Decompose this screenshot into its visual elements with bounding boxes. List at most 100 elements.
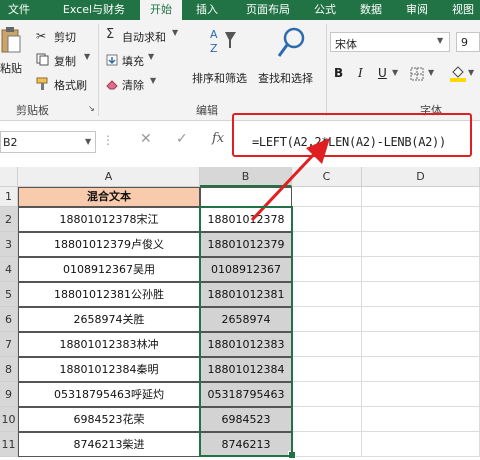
row-header[interactable]: 11 [0,432,18,457]
tab-formulas[interactable]: 公式 [306,0,344,20]
empty-cell[interactable] [292,432,362,457]
tab-excel-finance[interactable]: Excel与财务 [52,0,136,20]
chevron-down-icon: ▼ [392,68,399,77]
empty-cell[interactable] [292,307,362,332]
column-header-b[interactable]: B [200,167,292,187]
empty-cell[interactable] [292,357,362,382]
row-header[interactable]: 8 [0,357,18,382]
cell-a[interactable]: 6984523花荣 [18,407,200,432]
cell-b[interactable]: 0108912367 [200,257,292,282]
tab-file[interactable]: 文件 [0,0,38,20]
clear-button[interactable]: 清除 ▼ [106,76,166,92]
cut-button[interactable]: ✂ 剪切 [36,28,86,44]
empty-cell[interactable] [362,332,480,357]
empty-cell[interactable] [362,357,480,382]
select-all-corner[interactable] [0,167,18,187]
chevron-down-icon[interactable]: ▼ [172,28,178,37]
empty-cell[interactable] [362,382,480,407]
column-header-d[interactable]: D [362,167,480,187]
font-name-select[interactable]: 宋体 ▼ [330,32,450,52]
fill-button[interactable]: 填充 ▼ [106,52,166,68]
font-size-select[interactable]: 9 [456,32,480,52]
drag-handle-icon[interactable]: ⋮ [102,133,114,147]
empty-cell[interactable] [362,407,480,432]
cell-a[interactable]: 2658974关胜 [18,307,200,332]
tab-review[interactable]: 审阅 [398,0,436,20]
format-painter-button[interactable]: 格式刷 [36,76,96,92]
empty-cell[interactable] [362,232,480,257]
cell-b[interactable]: 05318795463 [200,382,292,407]
row-header[interactable]: 5 [0,282,18,307]
cell-b[interactable]: 18801012379 [200,232,292,257]
cell-a[interactable]: 18801012384秦明 [18,357,200,382]
cell-a[interactable]: 18801012383林冲 [18,332,200,357]
chevron-down-icon: ▼ [437,36,444,45]
dialog-launcher-icon[interactable]: ↘ [88,104,95,113]
tab-view[interactable]: 视图 [446,0,480,20]
cancel-icon[interactable]: ✕ [140,131,152,147]
empty-cell[interactable] [292,187,362,207]
column-header-c[interactable]: C [292,167,362,187]
tab-insert[interactable]: 插入 [188,0,226,20]
fill-handle[interactable] [288,451,296,459]
row-header[interactable]: 9 [0,382,18,407]
cell-b[interactable]: 18801012383 [200,332,292,357]
cell-b[interactable]: 8746213 [200,432,292,457]
empty-cell[interactable] [362,207,480,232]
italic-button[interactable]: I [352,64,372,84]
empty-cell[interactable] [362,432,480,457]
borders-button[interactable]: ▼ [408,64,442,84]
sort-filter-button[interactable]: A Z 排序和筛选 [190,24,256,88]
empty-cell[interactable] [362,187,480,207]
underline-button[interactable]: U ▼ [374,64,404,84]
row-header[interactable]: 7 [0,332,18,357]
enter-check-icon[interactable]: ✓ [176,131,188,147]
empty-cell[interactable] [292,232,362,257]
cell-a[interactable]: 05318795463呼延灼 [18,382,200,407]
chevron-down-icon[interactable]: ▼ [148,52,154,61]
cell-a[interactable]: 8746213柴进 [18,432,200,457]
insert-function-icon[interactable]: fx [212,131,224,146]
empty-cell[interactable] [292,207,362,232]
row-header[interactable]: 4 [0,257,18,282]
empty-cell[interactable] [362,307,480,332]
copy-button[interactable]: 复制 ▼ [36,52,96,68]
empty-cell[interactable] [292,282,362,307]
cell-b[interactable]: 18801012378 [200,207,292,232]
header-cell-a1[interactable]: 混合文本 [18,187,200,207]
empty-cell[interactable] [292,382,362,407]
cell-b1[interactable] [200,187,292,207]
cell-b[interactable]: 18801012381 [200,282,292,307]
tab-page-layout[interactable]: 页面布局 [236,0,300,20]
cell-a[interactable]: 18801012378宋江 [18,207,200,232]
tab-home[interactable]: 开始 [140,0,182,20]
chevron-down-icon[interactable]: ▼ [150,76,156,85]
cell-a[interactable]: 18801012379卢俊义 [18,232,200,257]
empty-cell[interactable] [292,257,362,282]
paste-button[interactable]: 粘贴 [0,26,26,75]
empty-cell[interactable] [362,257,480,282]
chevron-down-icon[interactable]: ▼ [84,52,90,61]
empty-cell[interactable] [292,332,362,357]
tab-data[interactable]: 数据 [352,0,390,20]
row-header[interactable]: 1 [0,187,18,207]
find-select-button[interactable]: 查找和选择 [258,24,324,88]
cell-a[interactable]: 0108912367吴用 [18,257,200,282]
separator [98,24,99,116]
cell-b[interactable]: 6984523 [200,407,292,432]
row-header[interactable]: 6 [0,307,18,332]
sort-filter-label: 排序和筛选 [192,72,247,85]
row-header[interactable]: 3 [0,232,18,257]
row-header[interactable]: 2 [0,207,18,232]
cell-a[interactable]: 18801012381公孙胜 [18,282,200,307]
name-box[interactable]: B2 ▼ [0,131,96,153]
cell-b[interactable]: 2658974 [200,307,292,332]
row-header[interactable]: 10 [0,407,18,432]
empty-cell[interactable] [292,407,362,432]
autosum-button[interactable]: Σ 自动求和 ▼ [106,27,196,44]
cell-b[interactable]: 18801012384 [200,357,292,382]
empty-cell[interactable] [362,282,480,307]
bold-button[interactable]: B [330,64,350,84]
column-header-a[interactable]: A [18,167,200,187]
fill-color-button[interactable]: ▼ [448,64,478,84]
